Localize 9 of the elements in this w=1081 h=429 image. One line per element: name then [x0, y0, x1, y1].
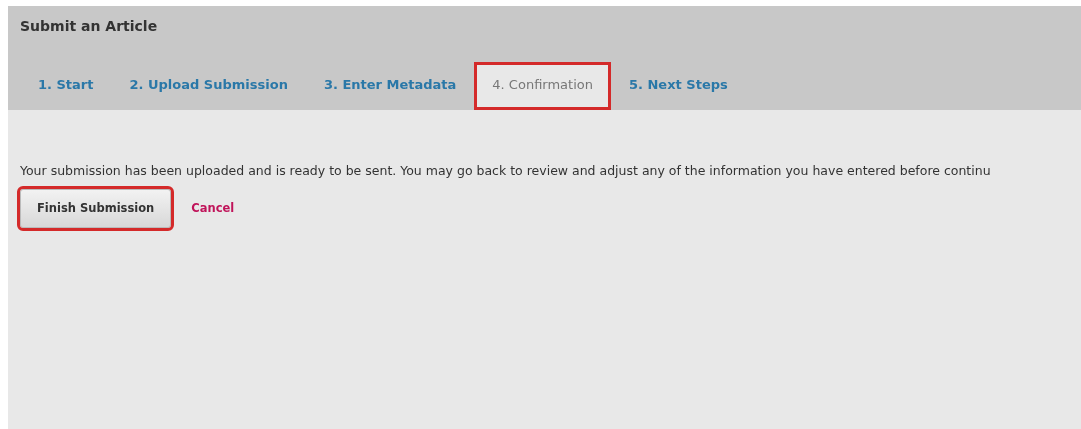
message-text: Your submission has been uploaded and is ready to be sent. You may go back to review and adjust any of the information you have entered before continu — [20, 162, 992, 180]
cancel-link[interactable]: Cancel — [191, 199, 235, 217]
finish-submission-button[interactable]: Finish Submission — [20, 188, 172, 228]
step-tab[interactable]: 3. Enter Metadata — [305, 62, 475, 110]
step-tab[interactable]: 4. Confirmation — [474, 62, 611, 110]
step-tab[interactable]: 2. Upload Submission — [111, 62, 306, 110]
step-tab[interactable]: 1. Start — [20, 62, 112, 110]
page-title: Submit an Article — [19, 17, 159, 36]
step-tab[interactable]: 5. Next Steps — [611, 62, 746, 110]
